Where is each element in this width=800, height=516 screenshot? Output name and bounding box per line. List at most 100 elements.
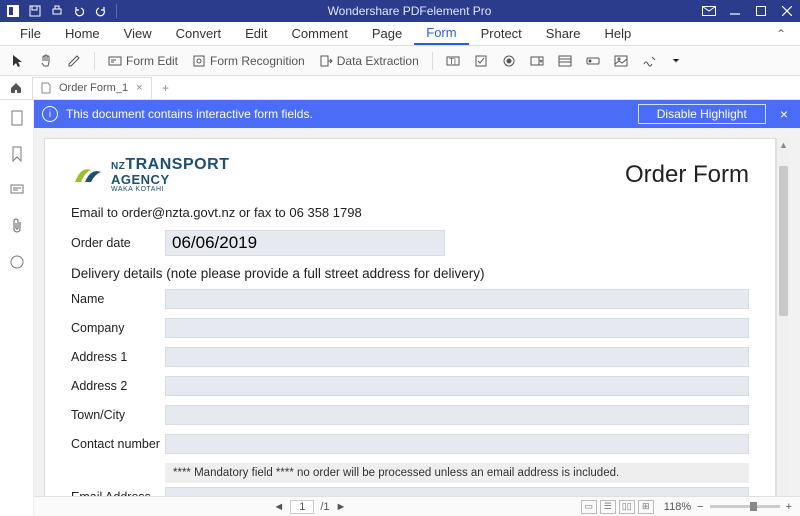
contact-label: Contact number: [71, 437, 165, 451]
redo-icon[interactable]: [94, 4, 108, 18]
mandatory-notice: **** Mandatory field **** no order will …: [165, 463, 749, 483]
attachments-icon[interactable]: [7, 216, 27, 236]
page-area: i This document contains interactive for…: [34, 100, 800, 516]
delivery-heading: Delivery details (note please provide a …: [71, 266, 749, 281]
form-notice-bar: i This document contains interactive for…: [34, 100, 800, 128]
menu-help[interactable]: Help: [593, 23, 644, 44]
mail-icon[interactable]: [702, 4, 716, 18]
town-field[interactable]: [165, 405, 749, 425]
new-tab-icon[interactable]: +: [156, 81, 176, 95]
app-logo-icon: [6, 4, 20, 18]
company-label: Company: [71, 321, 165, 335]
radio-field-icon[interactable]: [497, 50, 521, 72]
minimize-icon[interactable]: [728, 4, 742, 18]
notice-close-icon[interactable]: ×: [776, 106, 792, 122]
disable-highlight-button[interactable]: Disable Highlight: [638, 104, 766, 124]
combobox-field-icon[interactable]: [525, 50, 549, 72]
hand-tool-icon[interactable]: [34, 50, 58, 72]
workspace: i This document contains interactive for…: [0, 100, 800, 516]
fields-panel-icon[interactable]: [7, 252, 27, 272]
comments-icon[interactable]: [7, 180, 27, 200]
document-tab-label: Order Form_1: [59, 82, 128, 94]
document-tab-bar: Order Form_1 × +: [0, 76, 800, 100]
toolbar-separator: [94, 52, 95, 70]
nzta-logo: NZTRANSPORT AGENCY WAKA KOTAHI: [71, 157, 229, 193]
app-title: Wondershare PDFelement Pro: [117, 4, 702, 18]
save-icon[interactable]: [28, 4, 42, 18]
contact-field[interactable]: [165, 434, 749, 454]
address2-label: Address 2: [71, 379, 165, 393]
menu-file[interactable]: File: [8, 23, 53, 44]
title-bar: Wondershare PDFelement Pro: [0, 0, 800, 22]
status-bar: ◄ 1 /1 ► ▭ ☰ ▯▯ ⊞ 118% − +: [34, 496, 800, 516]
home-tab-icon[interactable]: [4, 78, 28, 98]
form-edit-button[interactable]: Form Edit: [103, 50, 183, 72]
view-continuous-icon[interactable]: ☰: [600, 500, 616, 514]
data-extraction-label: Data Extraction: [337, 54, 419, 68]
zoom-in-icon[interactable]: +: [786, 501, 792, 513]
order-date-label: Order date: [71, 236, 165, 250]
notice-text: This document contains interactive form …: [66, 107, 313, 121]
scroll-up-icon[interactable]: ▲: [777, 138, 790, 152]
undo-icon[interactable]: [72, 4, 86, 18]
document-tab[interactable]: Order Form_1 ×: [32, 77, 152, 99]
left-rail: [0, 100, 34, 516]
listbox-field-icon[interactable]: [553, 50, 577, 72]
collapse-ribbon-icon[interactable]: ⌃: [770, 27, 792, 41]
text-field-icon[interactable]: T|: [441, 50, 465, 72]
maximize-icon[interactable]: [754, 4, 768, 18]
form-edit-label: Form Edit: [126, 54, 178, 68]
svg-text:T|: T|: [449, 57, 456, 66]
menu-comment[interactable]: Comment: [280, 23, 360, 44]
select-tool-icon[interactable]: [6, 50, 30, 72]
zoom-out-icon[interactable]: −: [697, 501, 703, 513]
info-icon: i: [42, 106, 58, 122]
page-total: /1: [320, 501, 329, 513]
menu-page[interactable]: Page: [360, 23, 414, 44]
address2-field[interactable]: [165, 376, 749, 396]
page-navigator: ◄ 1 /1 ►: [42, 500, 578, 514]
edit-tool-icon[interactable]: [62, 50, 86, 72]
print-icon[interactable]: [50, 4, 64, 18]
menu-bar: File Home View Convert Edit Comment Page…: [0, 22, 800, 46]
menu-protect[interactable]: Protect: [469, 23, 534, 44]
button-field-icon[interactable]: [581, 50, 605, 72]
page-prev-icon[interactable]: ◄: [273, 501, 284, 513]
form-recognition-label: Form Recognition: [210, 54, 305, 68]
menu-edit[interactable]: Edit: [233, 23, 279, 44]
view-facing-icon[interactable]: ▯▯: [619, 500, 635, 514]
toolbar-separator: [432, 52, 433, 70]
address1-label: Address 1: [71, 350, 165, 364]
scroll-thumb[interactable]: [779, 166, 788, 316]
form-recognition-button[interactable]: Form Recognition: [187, 50, 310, 72]
zoom-control: 118% − +: [664, 501, 792, 513]
close-icon[interactable]: [780, 4, 794, 18]
view-facing-continuous-icon[interactable]: ⊞: [638, 500, 654, 514]
bookmarks-icon[interactable]: [7, 144, 27, 164]
data-extraction-button[interactable]: Data Extraction: [314, 50, 424, 72]
zoom-value: 118%: [664, 501, 691, 513]
signature-field-icon[interactable]: [637, 50, 661, 72]
more-fields-icon[interactable]: [665, 50, 687, 72]
menu-home[interactable]: Home: [53, 23, 112, 44]
page-next-icon[interactable]: ►: [336, 501, 347, 513]
checkbox-field-icon[interactable]: [469, 50, 493, 72]
page-current[interactable]: 1: [290, 500, 314, 514]
menu-share[interactable]: Share: [534, 23, 593, 44]
order-date-field[interactable]: 06/06/2019: [165, 230, 445, 256]
zoom-slider[interactable]: [710, 505, 780, 508]
company-field[interactable]: [165, 318, 749, 338]
menu-view[interactable]: View: [112, 23, 164, 44]
name-field[interactable]: [165, 289, 749, 309]
document-title: Order Form: [625, 161, 749, 189]
menu-convert[interactable]: Convert: [164, 23, 234, 44]
thumbnails-icon[interactable]: [7, 108, 27, 128]
vertical-scrollbar[interactable]: ▲ ▼: [776, 138, 790, 516]
menu-form[interactable]: Form: [414, 22, 468, 45]
address1-field[interactable]: [165, 347, 749, 367]
tab-close-icon[interactable]: ×: [136, 82, 142, 94]
pdf-page: NZTRANSPORT AGENCY WAKA KOTAHI Order For…: [44, 138, 776, 516]
view-single-icon[interactable]: ▭: [581, 500, 597, 514]
nzta-logo-mark-icon: [71, 158, 105, 192]
image-field-icon[interactable]: [609, 50, 633, 72]
